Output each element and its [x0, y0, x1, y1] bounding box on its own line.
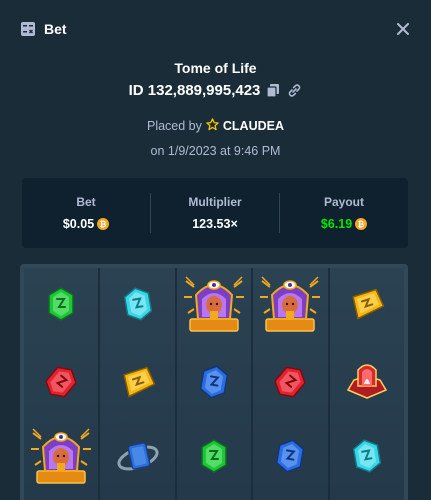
red-gem-icon — [274, 365, 307, 399]
player-name[interactable]: CLAUDEA — [223, 119, 284, 133]
slot-board — [20, 264, 408, 500]
pharaoh-icon — [258, 273, 322, 335]
copy-icon[interactable] — [266, 83, 281, 98]
bet-id-row: ID 132,889,995,423 — [0, 82, 431, 99]
multiplier-label: Multiplier — [188, 195, 242, 209]
reel-1 — [24, 268, 99, 500]
reels — [24, 268, 405, 500]
link-icon[interactable] — [287, 83, 302, 98]
game-title[interactable]: Tome of Life — [0, 60, 431, 76]
close-icon[interactable] — [393, 19, 413, 39]
modal-header: Bet — [0, 0, 431, 58]
bet-amount-stat: Bet $0.05 ₿ — [22, 193, 150, 233]
blue-gem-icon — [275, 439, 305, 473]
bet-stats-panel: Bet $0.05 ₿ Multiplier 123.53× Payout $6… — [22, 178, 408, 248]
payout-value-row: $6.19 ₿ — [320, 217, 368, 231]
placed-by-label: Placed by — [146, 119, 202, 133]
payout-stat: Payout $6.19 ₿ — [279, 193, 408, 233]
bet-modal: Bet Tome of Life ID 132,889,995,423 Plac… — [0, 0, 431, 500]
bet-value: $0.05 — [62, 217, 95, 231]
payout-label: Payout — [323, 195, 364, 209]
multiplier-value: 123.53× — [192, 217, 238, 231]
svg-text:₿: ₿ — [100, 220, 107, 229]
modal-title: Bet — [44, 21, 67, 37]
pharaoh-icon — [29, 425, 93, 487]
green-gem-icon — [199, 439, 229, 473]
cyan-gem-icon — [123, 287, 153, 321]
bet-id: ID 132,889,995,423 — [128, 82, 261, 99]
reel-5 — [327, 268, 405, 500]
coin-icon: ₿ — [355, 218, 368, 230]
bet-value-row: $0.05 ₿ — [62, 217, 110, 231]
bet-label: Bet — [76, 195, 96, 209]
bet-date: on 1/9/2023 at 9:46 PM — [150, 144, 281, 158]
coin-icon: ₿ — [97, 218, 110, 230]
blue-gem-icon — [199, 365, 229, 399]
reel-2 — [98, 268, 175, 500]
green-gem-icon — [46, 287, 76, 321]
yellow-gem-icon — [121, 366, 156, 398]
red-tome-icon — [344, 360, 390, 404]
pharaoh-icon — [182, 273, 246, 335]
multiplier-stat: Multiplier 123.53× — [150, 193, 279, 233]
cyan-gem-icon — [352, 439, 382, 473]
bet-slip-icon — [20, 21, 36, 37]
blue-scroll-icon — [116, 436, 160, 476]
payout-value: $6.19 — [320, 217, 353, 231]
reel-3 — [174, 268, 252, 500]
red-gem-icon — [45, 365, 78, 399]
placed-by-row: Placed by CLAUDEA — [0, 118, 431, 134]
yellow-gem-icon — [350, 288, 385, 320]
reel-4 — [251, 268, 328, 500]
svg-text:₿: ₿ — [358, 220, 365, 229]
star-icon — [206, 118, 219, 134]
